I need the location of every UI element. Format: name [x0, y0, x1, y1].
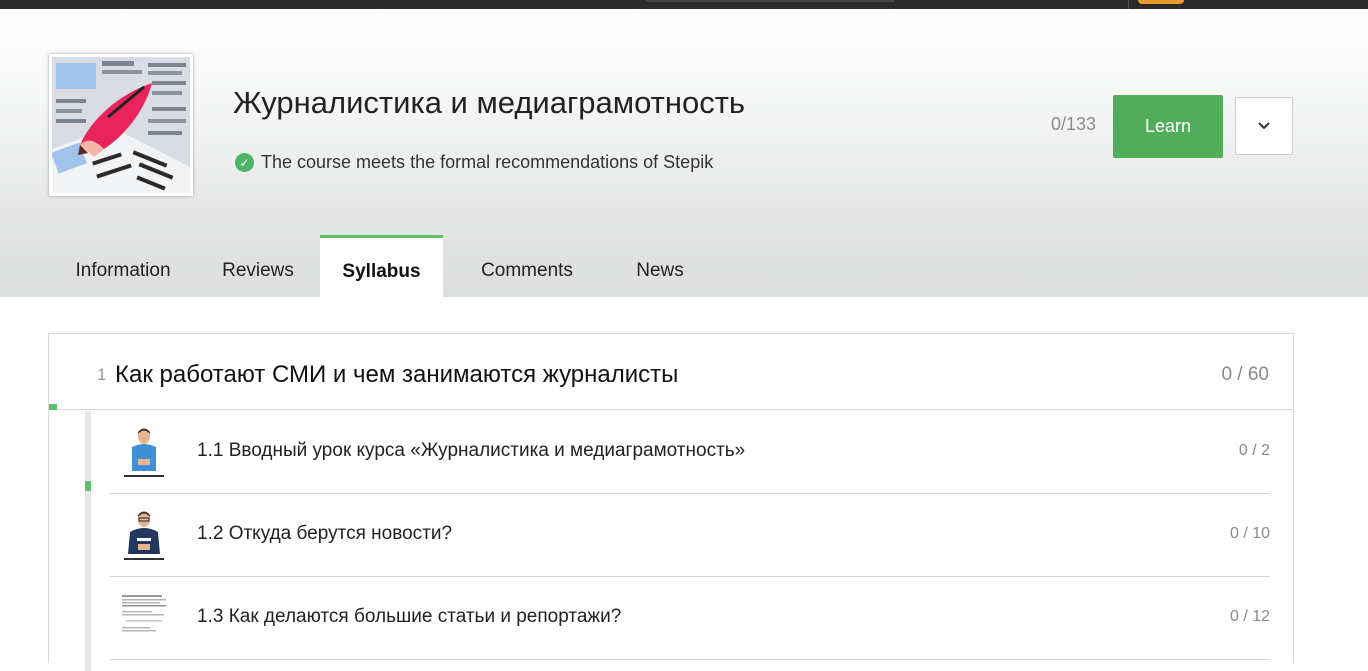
lesson-item[interactable]: 1.2 Откуда берутся новости? 0 / 10	[110, 494, 1270, 577]
lesson-thumbnail-document	[120, 591, 168, 645]
check-circle-icon: ✓	[235, 153, 254, 172]
course-cover-image	[49, 54, 193, 196]
lesson-title: 1.1 Вводный урок курса «Журналистика и м…	[197, 440, 746, 461]
tab-comments[interactable]: Comments	[462, 235, 592, 306]
lesson-title: 1.3 Как делаются большие статьи и репорт…	[197, 606, 622, 627]
lesson-progress: 0 / 2	[1238, 442, 1270, 459]
tab-syllabus[interactable]: Syllabus	[320, 235, 443, 306]
chevron-down-icon	[1258, 122, 1270, 130]
top-navbar	[0, 0, 1368, 9]
section-number: 1	[97, 365, 107, 384]
syllabus-section: 1 Как работают СМИ и чем занимаются журн…	[48, 333, 1294, 671]
section-progress: 0 / 60	[1221, 364, 1269, 385]
course-progress: 0/133	[1050, 114, 1096, 134]
tab-reviews[interactable]: Reviews	[208, 235, 308, 306]
navbar-divider	[1128, 0, 1129, 9]
navbar-search-strip	[645, 0, 895, 2]
tab-information[interactable]: Information	[52, 235, 194, 306]
lesson-thumbnail-presenter	[120, 508, 168, 562]
tab-news[interactable]: News	[618, 235, 702, 306]
section-progress-marker	[49, 404, 57, 410]
lesson-thumbnail-presenter	[120, 425, 168, 479]
lesson-progress: 0 / 10	[1229, 525, 1270, 542]
recommendation-text: The course meets the formal recommendati…	[261, 152, 714, 172]
current-lesson-marker	[85, 481, 91, 491]
recommendation-badge: ✓ The course meets the formal recommenda…	[235, 152, 713, 173]
navbar-user-badge[interactable]	[1138, 0, 1184, 4]
lesson-item[interactable]: 1.1 Вводный урок курса «Журналистика и м…	[110, 411, 1270, 494]
learn-button[interactable]: Learn	[1113, 95, 1223, 158]
lesson-list: 1.1 Вводный урок курса «Журналистика и м…	[85, 411, 1293, 671]
course-options-dropdown[interactable]	[1235, 97, 1293, 155]
lesson-item[interactable]: 1.3 Как делаются большие статьи и репорт…	[110, 577, 1270, 660]
course-header: Журналистика и медиаграмотность ✓ The co…	[0, 9, 1368, 306]
newspaper-cover-illustration	[52, 57, 190, 193]
lesson-title: 1.2 Откуда берутся новости?	[197, 523, 453, 544]
section-header[interactable]: 1 Как работают СМИ и чем занимаются журн…	[49, 334, 1293, 410]
course-title: Журналистика и медиаграмотность	[233, 85, 746, 120]
lesson-progress: 0 / 12	[1229, 608, 1270, 625]
section-title: Как работают СМИ и чем занимаются журнал…	[115, 361, 679, 388]
